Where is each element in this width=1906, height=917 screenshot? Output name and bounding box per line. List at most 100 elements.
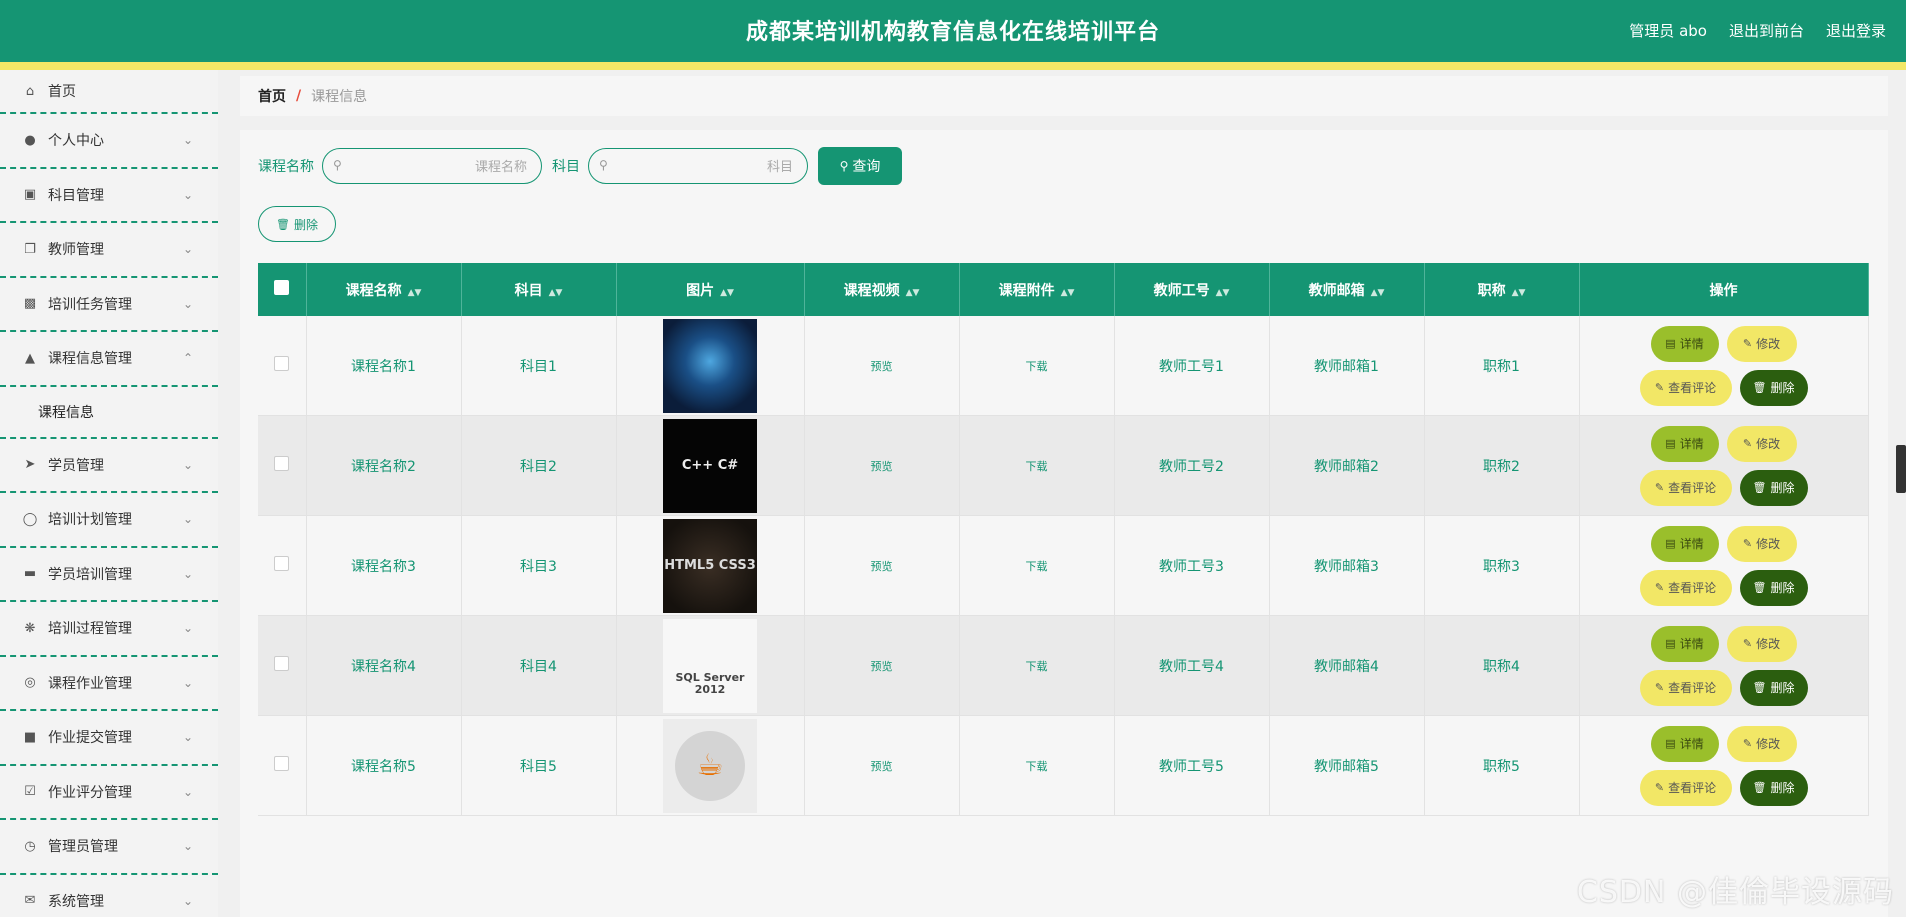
course-image[interactable]: C++ C# xyxy=(663,418,757,513)
course-image[interactable]: HTML5 CSS3 xyxy=(663,518,757,613)
column-header[interactable]: 科目 ▲▼ xyxy=(461,263,617,316)
view-comments-button[interactable]: ✎ 查看评论 xyxy=(1639,569,1732,606)
preview-link[interactable]: 预览 xyxy=(804,515,960,616)
sort-icon[interactable]: ▲▼ xyxy=(549,288,563,298)
delete-button[interactable]: 🗑 删除 xyxy=(1739,469,1808,506)
sidebar-item-course-homework-management[interactable]: ◎ 课程作业管理 ⌄ xyxy=(0,657,218,711)
sidebar-item-course-info-management[interactable]: ▲ 课程信息管理 ⌃ xyxy=(0,332,218,387)
sidebar-item-training-process-management[interactable]: ❋ 培训过程管理 ⌄ xyxy=(0,602,218,657)
delete-button[interactable]: 🗑 删除 xyxy=(1739,369,1808,406)
sidebar-item-training-task-management[interactable]: ▩ 培训任务管理 ⌄ xyxy=(0,278,218,332)
sort-icon[interactable]: ▲▼ xyxy=(408,288,422,298)
sidebar-item-personal-center[interactable]: ● 个人中心 ⌄ xyxy=(0,114,218,169)
sort-icon[interactable]: ▲▼ xyxy=(1371,288,1385,298)
subject-field[interactable]: ⚲ xyxy=(588,148,808,184)
lifebuoy-icon: ◎ xyxy=(24,675,36,691)
table-row: 课程名称5 科目5 ☕ 预览 下载 教师工号5 教师邮箱5 职称5 ▤ 详情 ✎ 修… xyxy=(258,715,1869,816)
detail-button[interactable]: ▤ 详情 xyxy=(1650,625,1719,662)
sidebar-item-teacher-management[interactable]: ❐ 教师管理 ⌄ xyxy=(0,223,218,278)
sidebar-subitem-course-info[interactable]: 课程信息 xyxy=(0,387,218,439)
course-image[interactable]: SQL Server 2012 xyxy=(663,618,757,713)
course-image[interactable] xyxy=(663,318,757,413)
delete-button[interactable]: 🗑 删除 xyxy=(1739,669,1808,706)
column-header[interactable]: 教师邮箱 ▲▼ xyxy=(1269,263,1425,316)
clipboard-icon: ▣ xyxy=(23,187,37,203)
row-select-cell xyxy=(258,615,307,716)
batch-delete-button[interactable]: 🗑 删除 xyxy=(258,206,336,242)
column-header[interactable]: 课程视频 ▲▼ xyxy=(804,263,960,316)
sort-icon[interactable]: ▲▼ xyxy=(906,288,920,298)
sidebar-item-label: 培训任务管理 xyxy=(48,296,132,313)
sidebar-item-home[interactable]: ⌂ 首页 xyxy=(0,70,218,114)
sidebar-item-student-training-management[interactable]: ▬ 学员培训管理 ⌄ xyxy=(0,548,218,602)
admin-user-label[interactable]: 管理员 abo xyxy=(1629,20,1707,41)
column-header[interactable]: 课程附件 ▲▼ xyxy=(959,263,1115,316)
chevron-down-icon: ⌄ xyxy=(182,675,194,690)
sort-icon[interactable]: ▲▼ xyxy=(720,288,734,298)
sidebar-item-homework-grading-management[interactable]: ☑ 作业评分管理 ⌄ xyxy=(0,766,218,820)
sort-icon[interactable]: ▲▼ xyxy=(1216,288,1230,298)
table-row: 课程名称2 科目2 C++ C# 预览 下载 教师工号2 教师邮箱2 职称2 ▤… xyxy=(258,415,1869,516)
course-name-input[interactable] xyxy=(353,155,529,179)
row-checkbox[interactable] xyxy=(274,556,290,571)
download-link[interactable]: 下载 xyxy=(959,615,1115,716)
course-image[interactable]: ☕ xyxy=(663,718,757,813)
view-comments-button[interactable]: ✎ 查看评论 xyxy=(1639,769,1732,806)
sort-icon[interactable]: ▲▼ xyxy=(1061,288,1075,298)
sidebar-item-homework-submission-management[interactable]: ■ 作业提交管理 ⌄ xyxy=(0,711,218,766)
delete-button[interactable]: 🗑 删除 xyxy=(1739,569,1808,606)
preview-link[interactable]: 预览 xyxy=(804,715,960,816)
sidebar-item-system-management[interactable]: ✉ 系统管理 ⌄ xyxy=(0,875,218,917)
chevron-down-icon: ⌄ xyxy=(182,839,194,854)
download-link[interactable]: 下载 xyxy=(959,415,1115,516)
row-checkbox[interactable] xyxy=(274,756,290,771)
sort-icon[interactable]: ▲▼ xyxy=(1512,288,1526,298)
detail-label: 详情 xyxy=(1679,337,1704,351)
preview-link[interactable]: 预览 xyxy=(804,415,960,516)
download-link[interactable]: 下载 xyxy=(959,515,1115,616)
column-header-label: 课程名称 xyxy=(345,282,402,299)
view-comments-button[interactable]: ✎ 查看评论 xyxy=(1639,469,1732,506)
download-link[interactable]: 下载 xyxy=(959,316,1115,416)
sidebar-item-subject-management[interactable]: ▣ 科目管理 ⌄ xyxy=(0,169,218,223)
row-checkbox[interactable] xyxy=(274,656,290,671)
document-icon: ▤ xyxy=(1665,737,1676,750)
course-name-field[interactable]: ⚲ xyxy=(322,148,542,184)
select-all-checkbox[interactable] xyxy=(274,280,290,295)
sidebar-item-student-management[interactable]: ➤ 学员管理 ⌄ xyxy=(0,439,218,493)
chevron-down-icon: ⌄ xyxy=(182,242,194,257)
preview-link[interactable]: 预览 xyxy=(804,316,960,416)
sidebar-item-admin-management[interactable]: ◷ 管理员管理 ⌄ xyxy=(0,820,218,875)
subject-input[interactable] xyxy=(619,155,795,179)
edit-button[interactable]: ✎ 修改 xyxy=(1726,525,1797,562)
column-header[interactable]: 教师工号 ▲▼ xyxy=(1114,263,1270,316)
column-header[interactable]: 课程名称 ▲▼ xyxy=(306,263,462,316)
edit-button[interactable]: ✎ 修改 xyxy=(1726,425,1797,462)
page-scrollbar-thumb[interactable] xyxy=(1896,445,1906,493)
edit-button[interactable]: ✎ 修改 xyxy=(1726,725,1797,762)
sidebar-item-training-plan-management[interactable]: ◯ 培训计划管理 ⌄ xyxy=(0,493,218,548)
preview-link[interactable]: 预览 xyxy=(804,615,960,716)
sidebar-item-label: 课程信息管理 xyxy=(48,351,132,368)
edit-button[interactable]: ✎ 修改 xyxy=(1726,325,1797,362)
detail-button[interactable]: ▤ 详情 xyxy=(1650,725,1719,762)
row-checkbox[interactable] xyxy=(274,356,290,371)
course-name-cell: 课程名称3 xyxy=(306,515,462,616)
logout-link[interactable]: 退出登录 xyxy=(1826,20,1886,41)
breadcrumb-home[interactable]: 首页 xyxy=(258,86,286,106)
back-to-front-link[interactable]: 退出到前台 xyxy=(1729,20,1804,41)
column-header[interactable]: 职称 ▲▼ xyxy=(1424,263,1580,316)
detail-button[interactable]: ▤ 详情 xyxy=(1650,425,1719,462)
download-link[interactable]: 下载 xyxy=(959,715,1115,816)
detail-button[interactable]: ▤ 详情 xyxy=(1650,525,1719,562)
view-comments-button[interactable]: ✎ 查看评论 xyxy=(1639,669,1732,706)
query-button[interactable]: ⚲ 查询 xyxy=(818,147,902,185)
sidebar-item-label: 培训过程管理 xyxy=(48,621,132,638)
pencil-icon: ✎ xyxy=(1742,337,1753,350)
delete-button[interactable]: 🗑 删除 xyxy=(1739,769,1808,806)
edit-button[interactable]: ✎ 修改 xyxy=(1726,625,1797,662)
row-checkbox[interactable] xyxy=(274,456,290,471)
detail-button[interactable]: ▤ 详情 xyxy=(1650,325,1719,362)
view-comments-button[interactable]: ✎ 查看评论 xyxy=(1639,369,1732,406)
column-header[interactable]: 图片 ▲▼ xyxy=(616,263,805,316)
